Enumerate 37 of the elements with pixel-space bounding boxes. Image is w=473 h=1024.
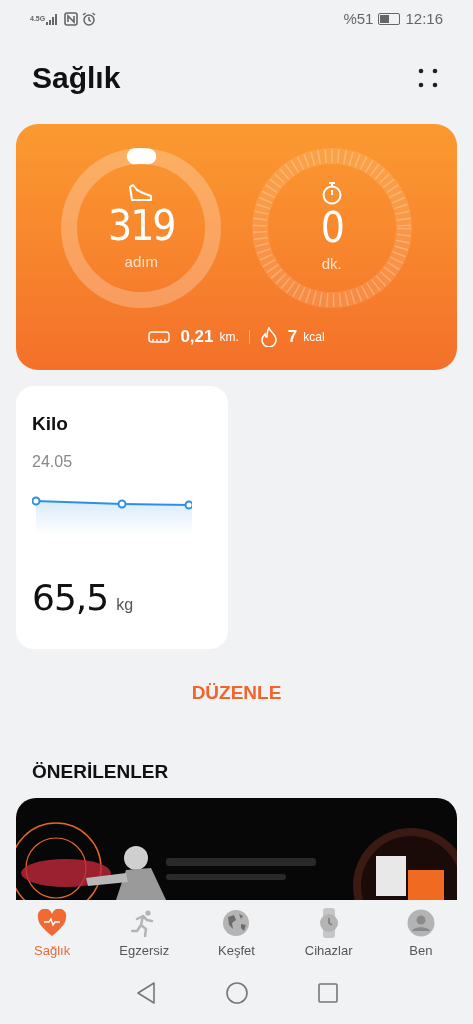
back-icon[interactable] — [135, 982, 156, 1005]
page-title: Sağlık — [32, 60, 121, 97]
battery-icon — [378, 12, 401, 25]
weight-date: 24.05 — [32, 452, 74, 473]
more-options-icon[interactable] — [417, 66, 439, 89]
unit-label: dk. — [321, 253, 342, 274]
card-title: Kilo — [32, 411, 69, 436]
status-time: 12:16 — [405, 8, 443, 29]
battery-percent: %51 — [343, 8, 374, 29]
calories-unit: kcal — [303, 328, 325, 346]
calories-value: 7 — [287, 325, 298, 348]
stopwatch-icon — [320, 180, 343, 205]
recents-icon[interactable] — [317, 983, 338, 1004]
signal-icon — [46, 12, 60, 25]
nav-tab[interactable]: Ben — [380, 908, 461, 963]
alarm-icon — [82, 11, 96, 26]
distance-value: 0,21 — [180, 325, 214, 348]
home-icon[interactable] — [225, 982, 248, 1005]
nav-tab[interactable]: Egzersiz — [104, 908, 185, 963]
flame-icon — [259, 326, 278, 347]
section-title: ÖNERİLENLER — [32, 759, 170, 784]
globe-icon — [222, 909, 251, 938]
watch-icon — [317, 908, 340, 939]
profile-icon — [406, 909, 435, 938]
heart-icon — [37, 909, 68, 938]
weight-card[interactable]: Kilo 24.05 65,5 kg — [16, 385, 228, 650]
nav-tab[interactable]: Cihazlar — [288, 908, 369, 963]
unit-label: adım — [124, 251, 158, 272]
nav-tab[interactable]: Keşfet — [196, 908, 277, 963]
nfc-icon — [64, 11, 78, 26]
shoe-icon — [128, 182, 155, 203]
ruler-icon — [148, 329, 171, 344]
minutes-value: 0 — [320, 204, 343, 251]
weight-value: 65,5 — [32, 576, 109, 621]
distance-unit: km. — [219, 328, 239, 346]
weight-unit: kg — [116, 595, 134, 616]
steps-value: 319 — [108, 202, 175, 249]
